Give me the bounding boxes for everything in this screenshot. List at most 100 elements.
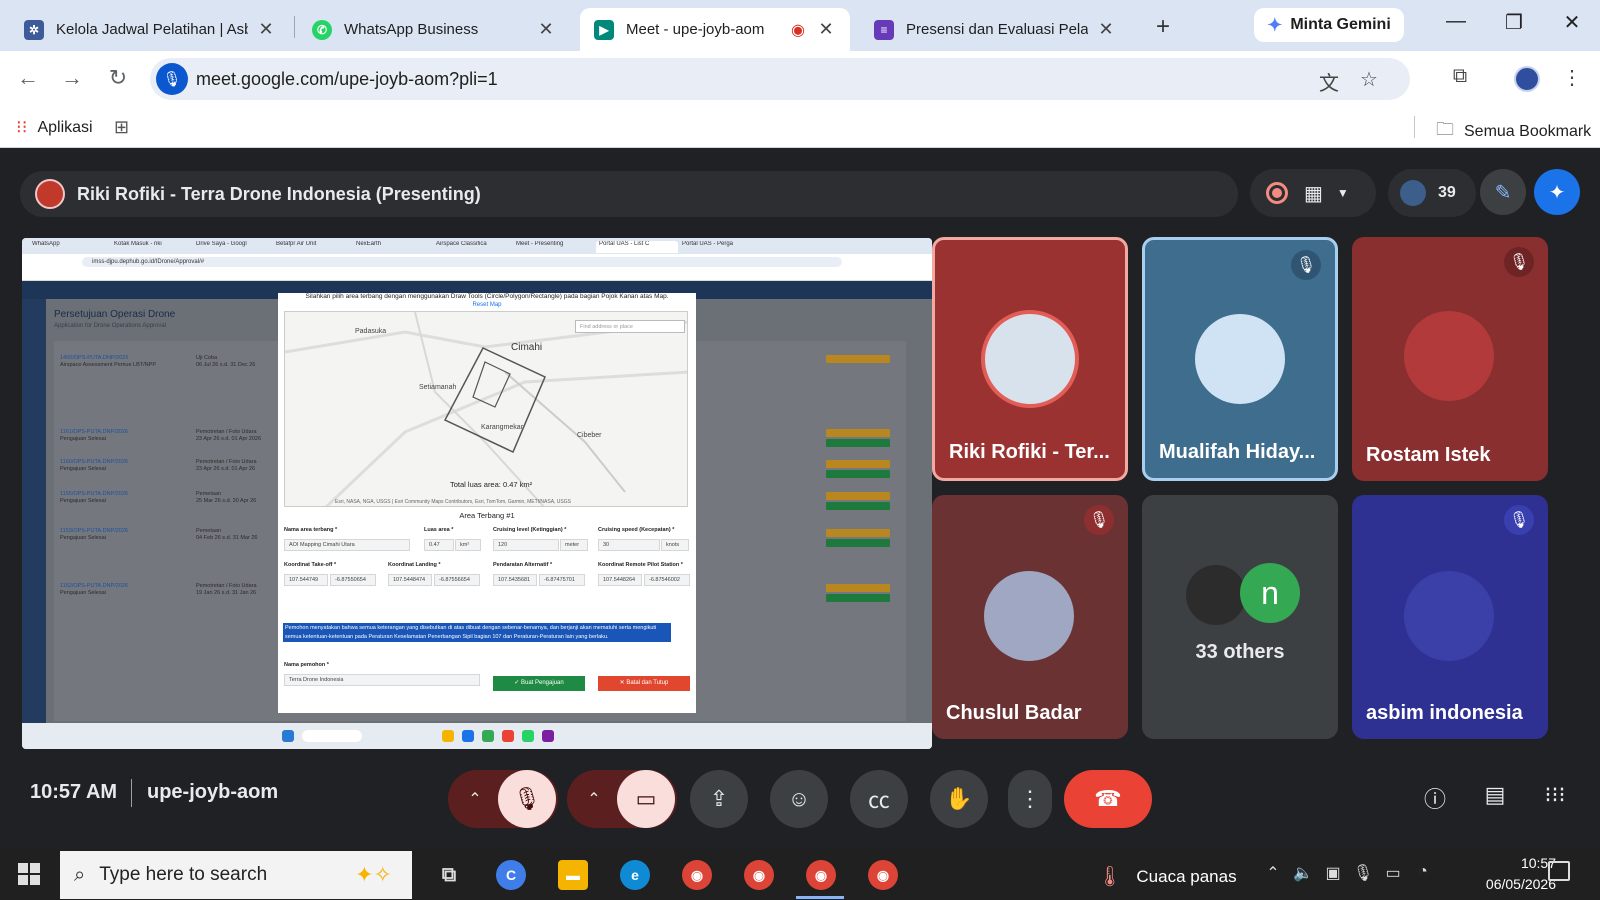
gemini-sparkle-button[interactable]: ✦	[1534, 169, 1580, 215]
leave-call-button[interactable]: ☎	[1064, 770, 1152, 828]
apps-bookmark[interactable]: ⁝⁝ Aplikasi	[16, 117, 93, 138]
map-label: Padasuka	[355, 328, 387, 335]
mic-toggle-button[interactable]: 🎙	[498, 770, 556, 828]
more-options-button[interactable]: ⋮	[1008, 770, 1052, 828]
table-row-purpose: Pemotretan / Foto Udara	[196, 459, 257, 465]
address-bar[interactable]: 🎙 meet.google.com/upe-joyb-aom?pli=1 文 ☆	[150, 58, 1410, 100]
info-icon[interactable]: ⓘ	[1420, 782, 1450, 814]
more-menu-icon[interactable]: ⋮	[1558, 65, 1586, 90]
table-row-id: 1160/OPS-PUTA.DNP/2026	[60, 459, 128, 465]
battery-icon[interactable]: ▭	[1382, 863, 1404, 883]
close-icon[interactable]: ✕	[256, 19, 276, 40]
chat-icon[interactable]: ▤	[1480, 782, 1510, 808]
tab-label: Kelola Jadwal Pelatihan | Asbi	[56, 21, 248, 38]
post-flight-button	[826, 539, 890, 547]
annotate-button[interactable]: ✎	[1480, 169, 1526, 215]
windows-start-icon[interactable]	[18, 863, 40, 885]
taskbar-app-icon	[502, 730, 514, 742]
file-explorer-icon[interactable]: ▬	[558, 860, 588, 890]
recording-icon	[1266, 182, 1288, 204]
chevron-up-icon[interactable]: ⌃	[1262, 863, 1284, 883]
flight-area-modal: Silahkan pilih area terbang dengan mengg…	[278, 293, 696, 713]
participant-tile[interactable]: 🎙 Mualifah Hiday...	[1142, 237, 1338, 481]
edge-icon[interactable]: e	[620, 860, 650, 890]
copilot-icon[interactable]: C	[496, 860, 526, 890]
all-bookmarks-label: Semua Bookmark	[1464, 123, 1592, 140]
close-icon[interactable]: ✕	[816, 19, 836, 40]
bookmark-star-icon[interactable]: ☆	[1356, 67, 1382, 92]
table-row-purpose: Pemotretan / Foto Udara	[196, 429, 257, 435]
close-icon[interactable]: ✕	[1096, 19, 1116, 40]
tray-date[interactable]: 06/05/2026	[1446, 876, 1556, 892]
detail-button	[826, 584, 890, 592]
notification-icon[interactable]	[1548, 861, 1570, 881]
minimize-button[interactable]: —	[1436, 10, 1476, 33]
chrome-alt-icon[interactable]: ◉	[868, 860, 898, 890]
area-name-input: AOI Mapping Cimahi Utara	[284, 539, 410, 551]
table-row-date: 23 Apr 26 s.d. 01 Apr 2026	[196, 436, 262, 442]
emoji-button[interactable]: ☺	[770, 770, 828, 828]
participant-name: Chuslul Badar	[946, 702, 1082, 724]
url-text[interactable]: meet.google.com/upe-joyb-aom?pli=1	[196, 69, 498, 90]
microphone-tray-icon[interactable]: 🎙	[1352, 863, 1374, 883]
map-attribution: Esri, NASA, NGA, USGS | Esri Community M…	[335, 499, 571, 505]
modal-instruction: Silahkan pilih area terbang dengan mengg…	[305, 293, 669, 300]
tab-groups-button[interactable]: ⊞	[114, 117, 139, 138]
meet-icon: ▶	[594, 19, 614, 40]
cast-icon[interactable]: ⧉	[1446, 65, 1474, 88]
captions-button[interactable]: ㏄	[850, 770, 908, 828]
activities-icon[interactable]: ⁝⁝⁝	[1540, 782, 1570, 808]
back-button[interactable]: ←	[14, 65, 42, 91]
mic-options-chevron-icon[interactable]: ⌃	[452, 770, 498, 828]
windows-search-box[interactable]: ⌕ Type here to search ✦✧	[60, 851, 412, 899]
chrome-active-icon[interactable]: ◉	[806, 860, 836, 890]
participant-tile[interactable]: Riki Rofiki - Ter...	[932, 237, 1128, 481]
new-tab-button[interactable]: +	[1150, 13, 1176, 41]
detail-button	[826, 429, 890, 437]
field-label: Koordinat Take-off *	[284, 562, 337, 568]
browser-toolbar: ← → ↻ 🎙 meet.google.com/upe-joyb-aom?pli…	[0, 51, 1600, 106]
participant-tile[interactable]: 🎙 Rostam Istek	[1352, 237, 1548, 481]
all-bookmarks-folder[interactable]: 🗀 Semua Bookmark	[1436, 117, 1591, 147]
raise-hand-button[interactable]: ✋	[930, 770, 988, 828]
tab-meet[interactable]: ▶ Meet - upe-joyb-aom ◉ ✕	[580, 8, 850, 51]
tab-kelola-jadwal[interactable]: ✲ Kelola Jadwal Pelatihan | Asbi ✕	[10, 8, 290, 51]
task-view-icon[interactable]: ⧉	[434, 860, 464, 890]
forward-button[interactable]: →	[58, 65, 86, 91]
recording-controls[interactable]: ▦ ▼	[1250, 169, 1376, 217]
cruising-level-input: 120	[493, 539, 559, 551]
close-icon[interactable]: ✕	[536, 19, 556, 40]
participant-tile[interactable]: 🎙 Chuslul Badar	[932, 495, 1128, 739]
avatar	[1404, 311, 1494, 401]
participant-tile[interactable]: 🎙 asbim indonesia	[1352, 495, 1548, 739]
presenter-avatar	[35, 179, 65, 209]
tab-presensi[interactable]: ≡ Presensi dan Evaluasi Pelatiha ✕	[860, 8, 1130, 51]
weather-widget[interactable]: 🌡 Cuaca panas	[1097, 864, 1237, 889]
present-button[interactable]: ⇪	[690, 770, 748, 828]
detail-button	[826, 460, 890, 468]
device-icon[interactable]: ▣	[1322, 863, 1344, 883]
camera-toggle-button[interactable]: ▭	[617, 770, 675, 828]
speaker-icon[interactable]: 🔈	[1292, 863, 1314, 883]
close-window-button[interactable]: ✕	[1552, 10, 1592, 35]
participant-tile[interactable]: n 33 others	[1142, 495, 1338, 739]
gemini-button[interactable]: ✦ Minta Gemini	[1254, 8, 1404, 42]
declaration-text: Pemohon menyatakan bahwa semua keteranga…	[283, 623, 671, 642]
wifi-icon[interactable]: ◔	[1412, 863, 1434, 881]
post-flight-button	[826, 502, 890, 510]
tray-time[interactable]: 10:57	[1446, 855, 1556, 871]
camera-options-chevron-icon[interactable]: ⌃	[571, 770, 617, 828]
reload-button[interactable]: ↻	[104, 65, 132, 91]
map-roads	[285, 312, 687, 506]
profile-avatar[interactable]	[1514, 66, 1540, 92]
people-count-button[interactable]: 39	[1388, 169, 1476, 217]
microphone-icon[interactable]: 🎙	[156, 63, 188, 95]
tab-whatsapp[interactable]: ✆ WhatsApp Business ✕	[298, 8, 570, 51]
translate-icon[interactable]: 文	[1316, 67, 1342, 96]
table-row-id: 1161/OPS-PUTA.DNP/2026	[60, 429, 128, 435]
avatar	[1195, 314, 1285, 404]
mic-off-icon: 🎙	[1504, 247, 1534, 277]
restore-button[interactable]: ❐	[1494, 10, 1534, 35]
chrome-profile-icon[interactable]: ◉	[744, 860, 774, 890]
chrome-icon[interactable]: ◉	[682, 860, 712, 890]
